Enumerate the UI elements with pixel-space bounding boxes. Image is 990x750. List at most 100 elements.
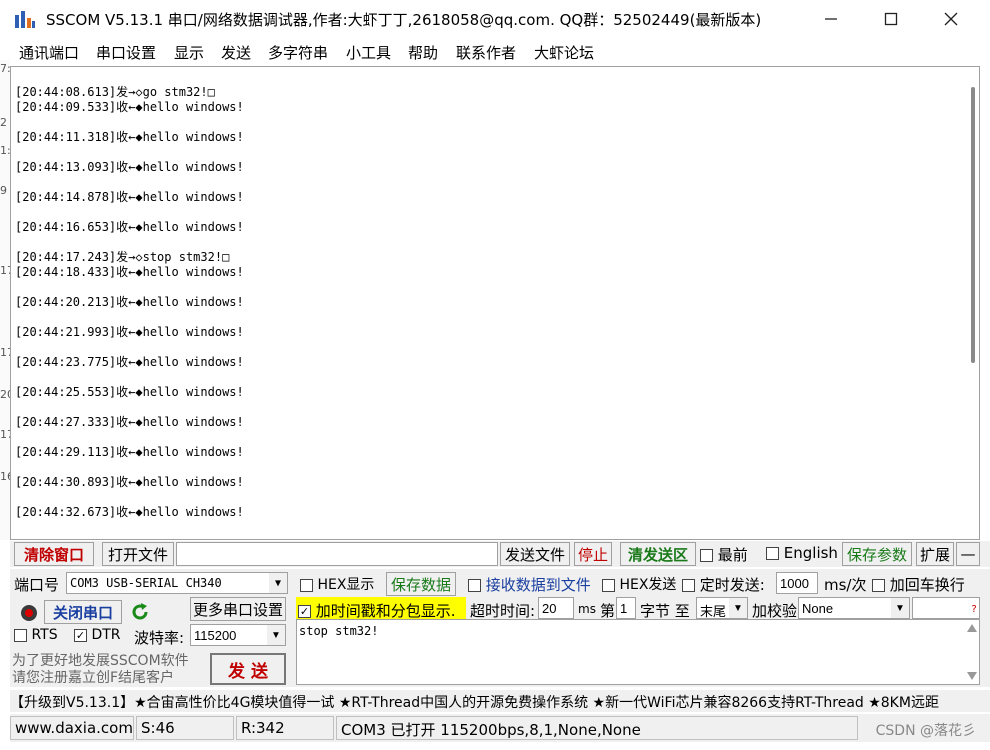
receive-text-area[interactable]: [20:44:08.613]发→◇go stm32!□ [20:44:09.53… [10,66,980,540]
strip-text: 7: [0,62,10,75]
open-file-button[interactable]: 打开文件 [102,542,174,566]
english-option[interactable]: English [766,544,838,562]
interval-unit: ms/次 [824,576,867,594]
port-label: 端口号 [14,576,60,594]
add-crlf-label: 加回车换行 [889,576,965,594]
menu-tools[interactable]: 小工具 [346,42,391,63]
background-window-strip: 7: 2 1: 9 17 17 20 17 16 [0,60,10,540]
timeout-label: 超时时间: [470,602,536,620]
recv-line: [20:44:30.893]收←◆hello windows! [15,475,244,489]
hex-send-label: HEX发送 [619,577,677,593]
dropdown-arrow-icon: ▼ [891,598,909,618]
send-button[interactable]: 发 送 [210,653,286,685]
checksum-extra-input[interactable]: ? [912,597,980,619]
recv-to-file-checkbox[interactable] [468,579,481,592]
maximize-button[interactable] [864,0,918,38]
sscom-app-icon [15,11,35,28]
timestamp-checkbox[interactable]: ✓ [298,605,311,618]
menu-send[interactable]: 发送 [221,42,251,63]
menu-forum[interactable]: 大虾论坛 [534,42,594,63]
menu-multi-string[interactable]: 多字符串 [268,42,328,63]
checksum-select[interactable]: None ▼ [798,597,910,619]
dtr-checkbox[interactable]: ✓ [74,628,87,642]
dtr-option[interactable]: ✓ DTR [74,627,121,643]
website-link[interactable]: www.daxia.com [10,716,134,740]
scroll-up-icon[interactable] [967,624,977,632]
file-path-input[interactable] [176,542,498,566]
recv-line: [20:44:09.533]收←◆hello windows! [15,100,244,114]
rts-checkbox[interactable] [14,628,27,642]
recv-line: [20:44:23.775]收←◆hello windows! [15,355,244,369]
strip-text: 16 [0,470,10,483]
recv-line: [20:44:13.093]收←◆hello windows! [15,160,244,174]
menu-comm-port[interactable]: 通讯端口 [19,42,79,63]
expand-button[interactable]: 扩展 [916,542,954,566]
port-select[interactable]: COM3 USB-SERIAL CH340 ▼ [66,572,288,594]
timeout-input[interactable]: 20 [538,597,574,619]
rts-option[interactable]: RTS [14,627,58,643]
timed-send-checkbox[interactable] [682,579,695,592]
rts-label: RTS [31,627,58,643]
help-question-mark[interactable]: ? [971,604,977,615]
menu-contact-author[interactable]: 联系作者 [456,42,516,63]
promo-text[interactable]: 为了更好地发展SSCOM软件 请您注册嘉立创F结尾客户 [12,653,202,687]
topmost-checkbox[interactable] [700,549,713,562]
window-title: SSCOM V5.13.1 串口/网络数据调试器,作者:大虾丁丁,2618058… [46,11,762,29]
dropdown-arrow-icon: ▼ [269,573,287,593]
hex-send-option[interactable]: HEX发送 [602,574,676,594]
topmost-option[interactable]: 最前 [700,544,748,565]
send-file-button[interactable]: 发送文件 [500,542,570,566]
add-crlf-checkbox[interactable] [872,579,885,592]
action-toolbar: 清除窗口 打开文件 发送文件 停止 清发送区 最前 English 保存参数 扩… [10,541,990,567]
clear-send-area-button[interactable]: 清发送区 [620,542,696,566]
byte-range-label: 字节 至 [640,602,690,620]
recv-line: [20:44:32.673]收←◆hello windows! [15,505,244,519]
strip-text: 17 [0,428,10,441]
receive-scrollbar[interactable] [971,87,975,363]
port-state: COM3 已打开 115200bps,8,1,None,None [336,716,858,740]
timestamp-option[interactable]: ✓ 加时间戳和分包显示. [298,600,456,621]
refresh-icon[interactable] [130,602,150,622]
save-params-button[interactable]: 保存参数 [842,542,912,566]
menu-display[interactable]: 显示 [174,42,204,63]
hex-display-option[interactable]: HEX显示 [300,574,374,594]
save-data-button[interactable]: 保存数据 [386,572,456,596]
menu-serial-settings[interactable]: 串口设置 [96,42,156,63]
hex-display-checkbox[interactable] [300,578,313,592]
news-ticker[interactable]: 【升级到V5.13.1】★合宙高性价比4G模块值得一试 ★RT-Thread中国… [10,690,990,712]
recv-to-file-option[interactable]: 接收数据到文件 [468,574,591,595]
port-status-indicator-icon [21,605,37,621]
strip-text: 20 [0,388,10,401]
close-port-button[interactable]: 关闭串口 [44,600,122,624]
end-select[interactable]: 末尾 ▼ [696,597,748,619]
recv-line: [20:44:29.113]收←◆hello windows! [15,445,244,459]
watermark: CSDN @落花彡 [875,723,976,739]
recv-line: [20:44:27.333]收←◆hello windows! [15,415,244,429]
minimize-button[interactable] [804,0,858,38]
send-text: stop stm32! [299,624,379,638]
strip-text: 2 [0,116,7,129]
collapse-button[interactable]: — [956,542,980,566]
menu-help[interactable]: 帮助 [408,42,438,63]
recv-to-file-label: 接收数据到文件 [485,576,591,594]
stop-button[interactable]: 停止 [574,542,612,566]
strip-text: 9 [0,184,7,197]
port-value: COM3 USB-SERIAL CH340 [70,576,222,590]
close-button[interactable] [924,0,978,38]
baud-select[interactable]: 115200 ▼ [190,624,286,646]
scroll-down-icon[interactable] [967,672,977,680]
english-checkbox[interactable] [766,547,779,560]
add-crlf-option[interactable]: 加回车换行 [872,574,965,595]
hex-send-checkbox[interactable] [602,578,615,592]
recv-line: [20:44:14.878]收←◆hello windows! [15,190,244,204]
byte-no-input[interactable]: 1 [616,597,636,619]
timed-send-option[interactable]: 定时发送: [682,574,765,595]
strip-text: 1: [0,144,10,157]
timeout-unit: ms [578,602,596,616]
clear-window-button[interactable]: 清除窗口 [14,542,94,566]
more-port-settings-button[interactable]: 更多串口设置 [190,597,286,621]
interval-input[interactable]: 1000 [776,572,818,594]
end-value: 末尾 [700,604,727,619]
send-text-area[interactable]: stop stm32! [296,619,980,685]
title-bar: SSCOM V5.13.1 串口/网络数据调试器,作者:大虾丁丁,2618058… [0,0,990,38]
